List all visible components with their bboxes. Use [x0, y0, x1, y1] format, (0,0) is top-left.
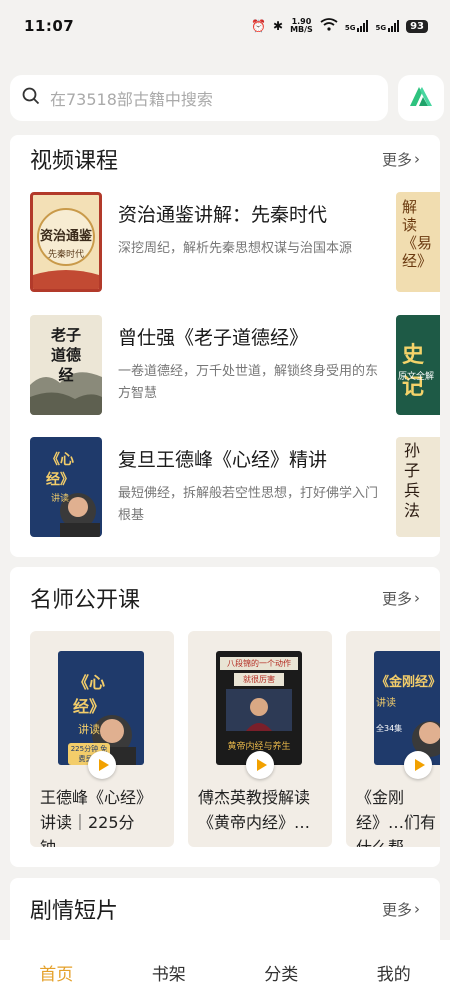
play-icon[interactable]: [404, 751, 432, 779]
signal-2-label: 5G: [375, 24, 387, 32]
drama-section: 剧情短片 更多 ›: [10, 878, 440, 940]
teacher-course-item-2[interactable]: 八段锦的一个动作 就很厉害 黄帝内经与养生 傅杰英教授解读《黄帝内经》…: [188, 631, 332, 847]
tab-mine[interactable]: 我的: [338, 940, 450, 1005]
peek-1-title: 解读《易经》: [402, 198, 433, 270]
app-logo-button[interactable]: [398, 75, 444, 121]
course-item-1[interactable]: 资治通鉴 先秦时代 资治通鉴讲解：先秦时代 深挖周纪，解析先秦思想权谋与治国本源: [30, 192, 380, 292]
teacher-cover-1-title: 《心经》: [72, 673, 105, 716]
course-info-1: 资治通鉴讲解：先秦时代 深挖周纪，解析先秦思想权谋与治国本源: [118, 192, 380, 292]
teacher-cover-1: 《心经》 讲读 225分钟 免费呈现: [58, 651, 144, 765]
net-speed: 1.90 MB/S: [290, 18, 313, 34]
signal-1-icon: 5G: [345, 20, 369, 32]
video-course-title: 视频课程: [30, 149, 119, 174]
tab-category[interactable]: 分类: [225, 940, 338, 1005]
status-icons: ⏰ ✱ 1.90 MB/S 5G 5G 93: [251, 18, 428, 34]
tab-bookshelf[interactable]: 书架: [113, 940, 226, 1005]
chevron-right-icon: ›: [414, 589, 420, 607]
teacher-cover-3-badge: 全34集: [376, 724, 403, 733]
course-cover-1: 资治通鉴 先秦时代: [30, 192, 102, 292]
cover-3-title: 《心经》: [46, 452, 74, 488]
bluetooth-icon: ✱: [273, 19, 284, 33]
teacher-cover-2: 八段锦的一个动作 就很厉害 黄帝内经与养生: [216, 651, 302, 765]
cover-3-subtitle: 讲读: [50, 494, 69, 504]
course-info-2: 曾仕强《老子道德经》 一卷道德经，万千处世道，解锁终身受用的东方智慧: [118, 315, 380, 415]
teacher-course-title: 名师公开课: [30, 588, 141, 613]
drama-title: 剧情短片: [30, 899, 119, 924]
drama-header: 剧情短片 更多 ›: [10, 878, 440, 940]
signal-2-icon: 5G: [375, 20, 400, 32]
cover-1-title: 资治通鉴: [39, 228, 92, 244]
ai-logo-icon: [407, 84, 435, 112]
video-course-header: 视频课程 更多 ›: [10, 135, 440, 183]
more-label: 更多: [381, 900, 412, 919]
peek-2-subtitle: 原文全解: [398, 372, 435, 382]
course-title-1: 资治通鉴讲解：先秦时代: [118, 204, 328, 226]
more-label: 更多: [381, 150, 412, 169]
course-cover-2: 老子道德经: [30, 315, 102, 415]
teacher-course-text-3: 《金刚经》…们有什么帮…: [356, 788, 437, 847]
net-speed-unit: MB/S: [290, 25, 313, 34]
teacher-course-section: 名师公开课 更多› 《心经》 讲读 225分钟 免费呈现 王德峰《心经》讲读｜2…: [10, 567, 440, 867]
status-bar: 11:07 ⏰ ✱ 1.90 MB/S 5G 5G 93: [0, 0, 450, 52]
course-desc-2: 一卷道德经，万千处世道，解锁终身受用的东方智慧: [118, 364, 379, 401]
course-item-3[interactable]: 《心经》 讲读 复旦王德峰《心经》精讲 最短佛经，拆解般若空性思想，打好佛学入门…: [30, 437, 380, 537]
course-info-3: 复旦王德峰《心经》精讲 最短佛经，拆解般若空性思想，打好佛学入门根基: [118, 437, 380, 537]
chevron-right-icon: ›: [414, 150, 420, 168]
teacher-course-more-link[interactable]: 更多 ›: [382, 588, 420, 609]
teacher-course-item-3[interactable]: 《金刚经》 讲读 全34集 《金刚经》…们有什么帮…: [346, 631, 440, 847]
bottom-tab-bar: 首页 书架 分类 我的: [0, 940, 450, 1005]
peek-3-title: 孙子兵法: [404, 441, 421, 520]
drama-more-link[interactable]: 更多 ›: [382, 899, 420, 920]
cover-2-title: 老子道德经: [50, 326, 81, 384]
search-row: 在73518部古籍中搜索: [10, 74, 444, 122]
wifi-icon: [320, 18, 338, 34]
teacher-course-text-2: 傅杰英教授解读《黄帝内经》…: [198, 788, 311, 832]
search-input[interactable]: 在73518部古籍中搜索: [10, 75, 388, 121]
more-label: 更多: [381, 589, 412, 608]
teacher-course-text-1: 王德峰《心经》讲读｜225分钟…: [40, 788, 153, 847]
course-item-2[interactable]: 老子道德经 曾仕强《老子道德经》 一卷道德经，万千处世道，解锁终身受用的东方智慧: [30, 315, 380, 415]
teacher-cover-3-subtitle: 讲读: [376, 698, 396, 709]
course-desc-1: 深挖周纪，解析先秦思想权谋与治国本源: [118, 241, 353, 256]
status-time: 11:07: [24, 17, 75, 35]
video-course-section: 视频课程 更多 › 资治通鉴 先秦时代 资治通鉴讲解：先秦时代 深挖周纪，解析先秦…: [10, 135, 440, 557]
course-title-3: 复旦王德峰《心经》精讲: [118, 449, 328, 471]
search-placeholder: 在73518部古籍中搜索: [50, 90, 213, 109]
tab-home[interactable]: 首页: [0, 940, 113, 1005]
teacher-course-header: 名师公开课 更多 ›: [10, 567, 440, 629]
course-cover-3: 《心经》 讲读: [30, 437, 102, 537]
alarm-icon: ⏰: [251, 19, 267, 33]
play-icon[interactable]: [88, 751, 116, 779]
cover-1-subtitle: 先秦时代: [47, 249, 84, 260]
battery-indicator: 93: [406, 19, 428, 33]
teacher-cover-3-title: 《金刚经》: [376, 675, 440, 690]
teacher-course-item-1[interactable]: 《心经》 讲读 225分钟 免费呈现 王德峰《心经》讲读｜225分钟…: [30, 631, 174, 847]
play-icon[interactable]: [246, 751, 274, 779]
course-title-2: 曾仕强《老子道德经》: [118, 327, 309, 349]
teacher-cover-1-subtitle: 讲读: [78, 723, 100, 736]
search-icon: [22, 87, 40, 109]
video-course-more-link[interactable]: 更多 ›: [382, 149, 420, 170]
teacher-cover-3: 《金刚经》 讲读 全34集: [374, 651, 440, 765]
course-peek-cover-2[interactable]: 史记 原文全解: [396, 315, 440, 415]
course-peek-cover-1[interactable]: 解读《易经》: [396, 192, 440, 292]
course-peek-cover-3[interactable]: 孙子兵法: [396, 437, 440, 537]
chevron-right-icon: ›: [414, 900, 420, 918]
course-desc-3: 最短佛经，拆解般若空性思想，打好佛学入门根基: [118, 486, 379, 523]
signal-1-label: 5G: [344, 24, 356, 32]
